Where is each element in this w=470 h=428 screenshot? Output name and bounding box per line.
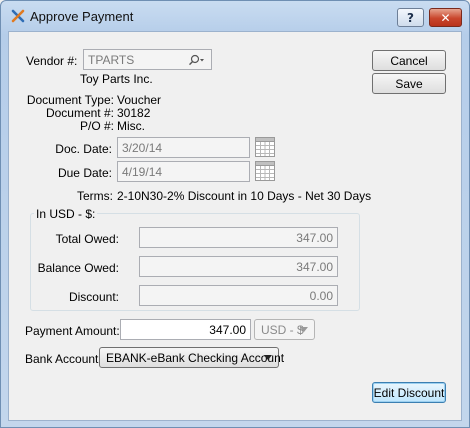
balance-owed-value: 347.00 <box>296 259 333 274</box>
document-number-value: 30182 <box>117 106 151 120</box>
balance-owed-label: Balance Owed: <box>37 261 119 275</box>
save-button[interactable]: Save <box>372 73 446 94</box>
due-date-field[interactable]: 4/19/14 <box>117 161 250 182</box>
due-date-value: 4/19/14 <box>122 164 163 179</box>
app-x-icon <box>11 9 25 23</box>
due-date-label: Due Date: <box>57 166 112 180</box>
document-type-label: Document Type: <box>26 93 114 107</box>
calendar-icon[interactable] <box>255 137 275 157</box>
balance-owed-field: 347.00 <box>139 256 338 277</box>
payment-amount-value: 347.00 <box>209 322 246 337</box>
close-button[interactable]: ✕ <box>429 8 462 27</box>
discount-label: Discount: <box>68 290 119 304</box>
po-number-label: P/O #: <box>79 119 114 133</box>
doc-date-field[interactable]: 3/20/14 <box>117 137 250 158</box>
cancel-button-label: Cancel <box>390 53 428 68</box>
dialog-body: Vendor #: TPARTS Toy Parts Inc. Document… <box>8 31 462 421</box>
calendar-icon[interactable] <box>255 161 275 181</box>
edit-discount-button-label: Edit Discount <box>373 385 445 400</box>
po-number-value: Misc. <box>117 119 145 133</box>
doc-date-label: Doc. Date: <box>55 142 112 156</box>
amounts-group-label: In USD - $: <box>34 207 98 221</box>
bank-account-select[interactable]: EBANK-eBank Checking Account <box>99 347 284 368</box>
terms-label: Terms: <box>77 189 113 203</box>
doc-date-value: 3/20/14 <box>122 140 163 155</box>
window-title: Approve Payment <box>30 9 134 24</box>
cancel-button[interactable]: Cancel <box>372 50 446 71</box>
total-owed-value: 347.00 <box>296 230 333 245</box>
help-button[interactable]: ? <box>397 8 424 27</box>
document-type-value: Voucher <box>117 93 162 107</box>
help-icon: ? <box>407 10 414 25</box>
edit-discount-button[interactable]: Edit Discount <box>372 382 446 403</box>
total-owed-label: Total Owed: <box>55 232 119 246</box>
chevron-down-icon <box>264 355 272 360</box>
save-button-label: Save <box>395 76 423 91</box>
terms-value: 2-10N30-2% Discount in 10 Days - Net 30 … <box>117 189 372 203</box>
vendor-name: Toy Parts Inc. <box>80 72 153 86</box>
chevron-down-icon <box>300 327 308 332</box>
close-icon: ✕ <box>440 10 451 25</box>
search-icon[interactable] <box>188 54 206 66</box>
document-number-label: Document #: <box>45 106 114 120</box>
approve-payment-window: Approve Payment ? ✕ Vendor #: TPARTS Toy… <box>0 0 470 428</box>
payment-amount-label: Payment Amount: <box>25 324 120 338</box>
vendor-field[interactable]: TPARTS <box>83 49 212 70</box>
bank-account-value: EBANK-eBank Checking Account <box>106 350 285 365</box>
discount-value: 0.00 <box>309 288 333 303</box>
discount-field: 0.00 <box>139 285 338 306</box>
currency-value: USD - $ <box>261 322 304 337</box>
vendor-value: TPARTS <box>88 52 135 67</box>
payment-amount-input[interactable]: 347.00 <box>120 319 251 340</box>
currency-select[interactable]: USD - $ <box>254 319 315 340</box>
title-bar[interactable]: Approve Payment ? ✕ <box>1 1 469 31</box>
vendor-label: Vendor #: <box>26 54 78 68</box>
bank-account-label: Bank Account: <box>25 352 102 366</box>
total-owed-field: 347.00 <box>139 227 338 248</box>
